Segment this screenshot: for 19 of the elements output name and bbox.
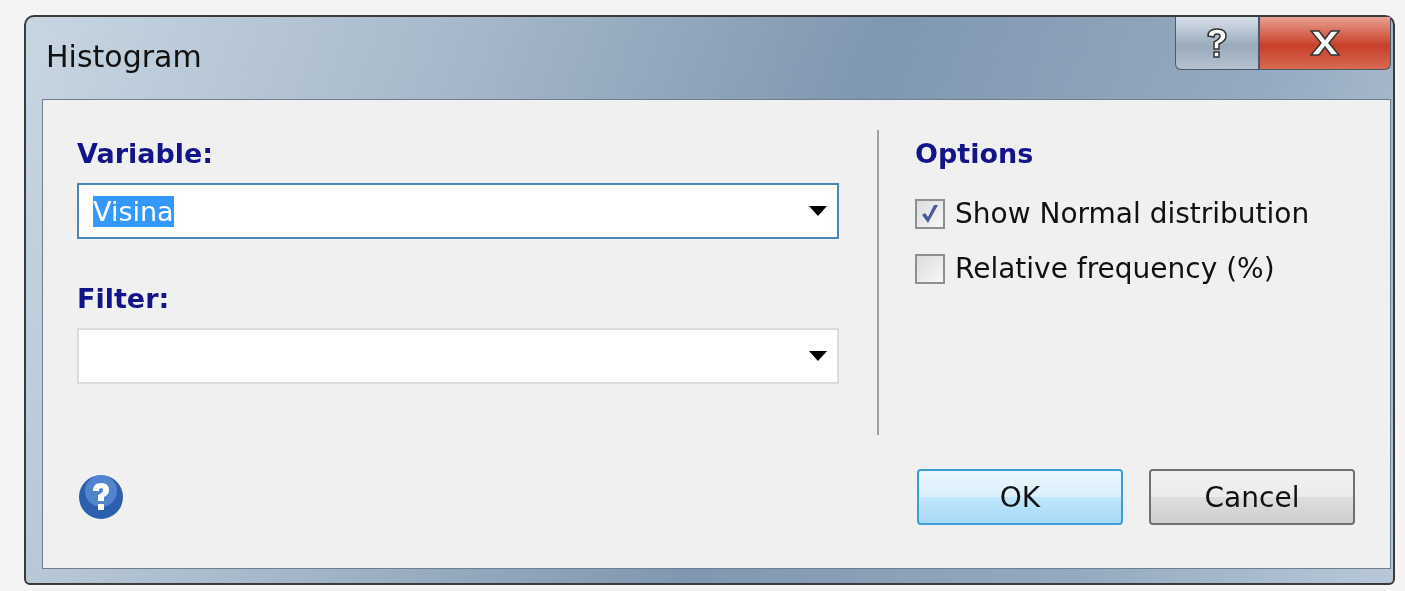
help-button[interactable]: [1175, 17, 1259, 70]
close-icon: [1307, 29, 1343, 57]
help-icon[interactable]: [77, 473, 125, 521]
checkbox-label: Show Normal distribution: [955, 197, 1310, 230]
checkbox[interactable]: [915, 198, 945, 229]
dialog-button[interactable]: OK: [917, 469, 1123, 525]
dropdown-arrow-icon: [809, 206, 827, 216]
dialog-button[interactable]: Cancel: [1149, 469, 1355, 525]
checkbox-label: Relative frequency (%): [955, 252, 1275, 285]
checkbox[interactable]: [915, 253, 945, 284]
window-title: Histogram: [46, 39, 202, 74]
field-label: Variable:: [77, 138, 215, 169]
question-mark-icon: [1204, 26, 1230, 60]
field-label: Filter:: [77, 283, 171, 314]
section-heading: Options: [915, 138, 1035, 169]
dropdown-arrow-icon: [809, 351, 827, 361]
dropdown-field[interactable]: [77, 328, 839, 384]
close-button[interactable]: [1259, 17, 1391, 70]
checkmark-icon: [920, 202, 940, 225]
